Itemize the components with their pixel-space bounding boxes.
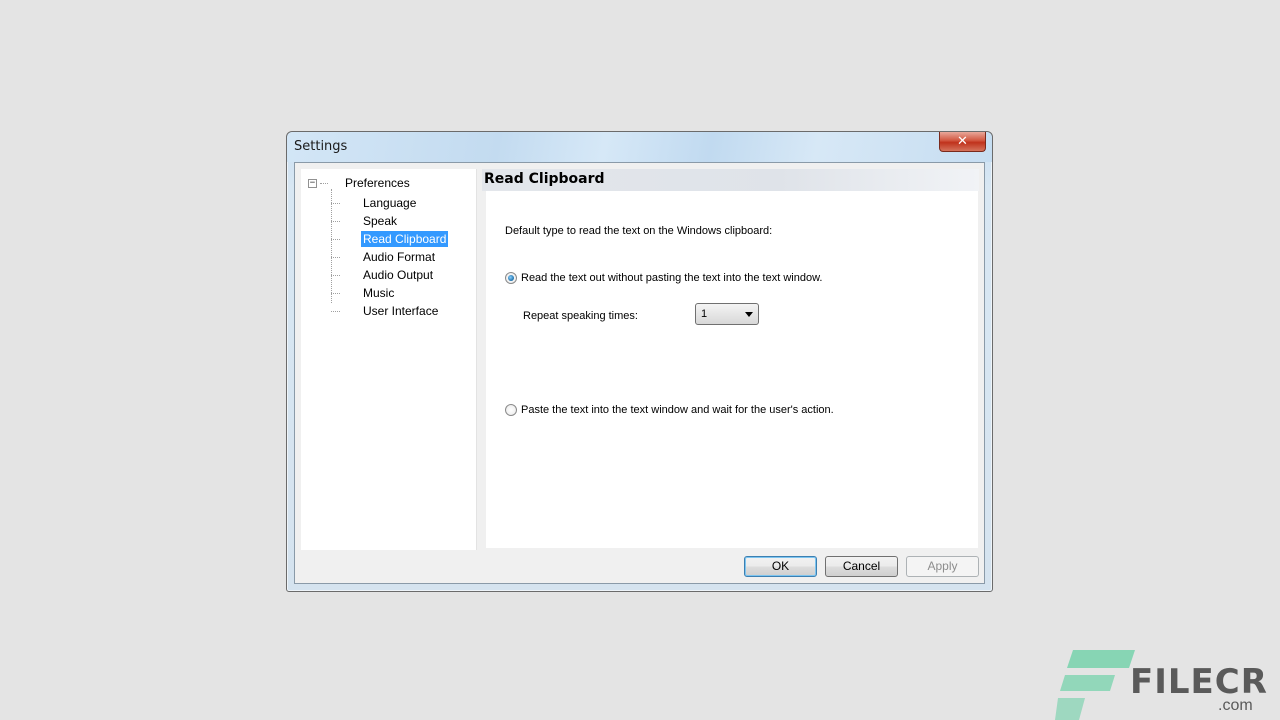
read-out-option[interactable]: Read the text out without pasting the te… — [505, 272, 822, 284]
tree-item-read-clipboard[interactable]: Read Clipboard — [331, 230, 449, 248]
paste-label: Paste the text into the text window and … — [521, 404, 834, 416]
tree-connector — [320, 182, 328, 184]
dialog-client-area: − Preferences Language Speak Read Clipbo… — [294, 162, 985, 584]
tree-root-label: Preferences — [345, 176, 410, 190]
tree-item-label: User Interface — [363, 304, 439, 318]
paste-radio[interactable] — [505, 404, 517, 416]
tree-item-label: Read Clipboard — [361, 231, 449, 247]
tree-item-audio-format[interactable]: Audio Format — [331, 248, 437, 266]
filecr-watermark: FILECR .com — [1055, 648, 1280, 720]
settings-panel: Read Clipboard Default type to read the … — [482, 169, 979, 548]
tree-item-label: Audio Output — [363, 268, 434, 282]
repeat-speaking-label: Repeat speaking times: — [523, 310, 638, 322]
paste-option[interactable]: Paste the text into the text window and … — [505, 404, 834, 416]
tree-item-user-interface[interactable]: User Interface — [331, 302, 440, 320]
title-bar[interactable]: Settings ✕ — [287, 132, 992, 162]
ok-button[interactable]: OK — [744, 556, 817, 577]
tree-item-label: Language — [363, 196, 417, 210]
chevron-down-icon — [745, 312, 753, 317]
read-out-radio[interactable] — [505, 272, 517, 284]
panel-description: Default type to read the text on the Win… — [505, 225, 773, 237]
collapse-icon[interactable]: − — [308, 178, 317, 188]
settings-window: Settings ✕ − Preferences Language Speak — [286, 131, 993, 592]
tree-root-preferences[interactable]: − Preferences — [308, 176, 410, 190]
repeat-times-select[interactable]: 1 — [695, 303, 759, 325]
tree-item-label: Speak — [363, 214, 398, 228]
tree-item-language[interactable]: Language — [331, 194, 418, 212]
apply-button[interactable]: Apply — [906, 556, 979, 577]
tree-item-speak[interactable]: Speak — [331, 212, 399, 230]
window-title: Settings — [294, 139, 348, 154]
watermark-text: FILECR — [1130, 662, 1268, 702]
watermark-subtext: .com — [1218, 697, 1253, 714]
cancel-button[interactable]: Cancel — [825, 556, 898, 577]
close-button[interactable]: ✕ — [939, 132, 986, 152]
read-out-label: Read the text out without pasting the te… — [521, 272, 823, 284]
close-icon: ✕ — [957, 133, 968, 148]
filecr-logo-icon — [1055, 650, 1135, 720]
repeat-times-value: 1 — [701, 308, 708, 320]
tree-item-music[interactable]: Music — [331, 284, 396, 302]
panel-header: Read Clipboard — [482, 169, 979, 191]
tree-item-audio-output[interactable]: Audio Output — [331, 266, 435, 284]
tree-item-label: Audio Format — [363, 250, 436, 264]
tree-item-label: Music — [363, 286, 395, 300]
preferences-tree: − Preferences Language Speak Read Clipbo… — [301, 169, 477, 550]
